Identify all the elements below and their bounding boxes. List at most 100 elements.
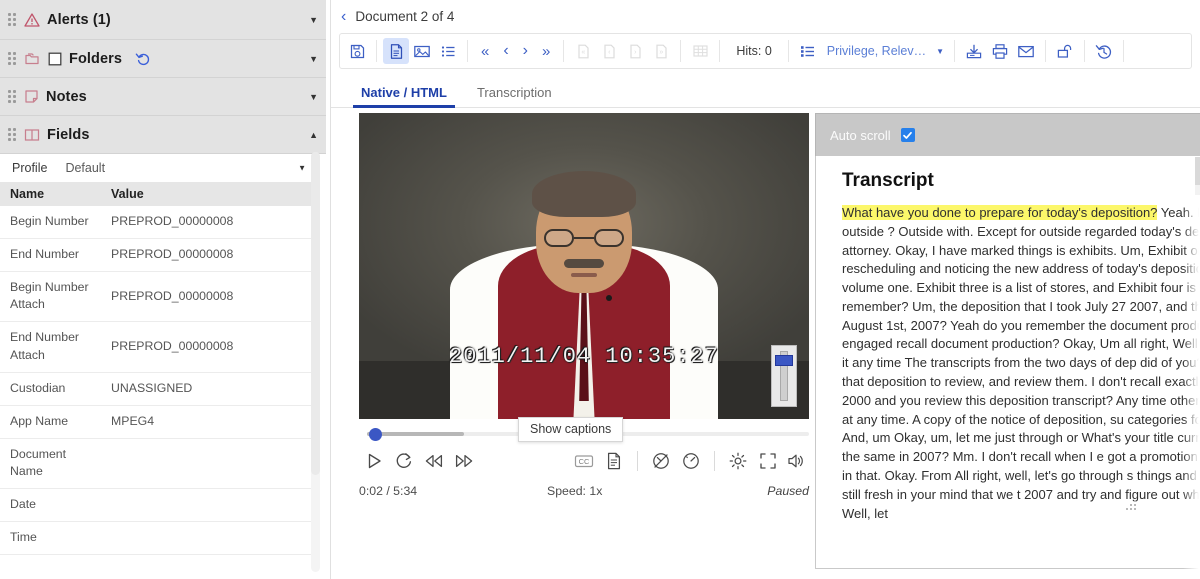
tab-transcription[interactable]: Transcription [469, 85, 560, 107]
field-value [101, 438, 316, 490]
video-subject-glasses-bridge [574, 237, 594, 239]
coding-list-icon[interactable] [795, 38, 821, 64]
table-row[interactable]: Document Name [0, 438, 316, 490]
profile-label: Profile [12, 160, 48, 175]
controls-divider [714, 451, 715, 471]
transcript-body[interactable]: Transcript What have you done to prepare… [815, 156, 1200, 569]
sidebar-section-alerts-label: Alerts (1) [47, 11, 111, 28]
video-player-column: 2011/11/04 10:35:27 CC 0:02 / 5:34 Speed… [331, 108, 815, 579]
panel-resize-grip[interactable] [1126, 500, 1138, 512]
list-view-icon[interactable] [435, 38, 461, 64]
toolbar-divider [467, 40, 468, 62]
drag-handle-icon[interactable] [8, 52, 17, 65]
play-icon[interactable] [359, 447, 389, 475]
chevron-up-icon[interactable]: ▲ [309, 130, 318, 140]
toolbar-divider [563, 40, 565, 62]
volume-slider-thumb[interactable] [775, 355, 793, 366]
transcript-scrollbar[interactable] [1195, 157, 1200, 195]
save-icon[interactable] [344, 38, 370, 64]
chevron-down-icon[interactable]: ▼ [309, 54, 318, 64]
sidebar-scrollbar[interactable] [311, 152, 320, 572]
sidebar-section-fields[interactable]: Fields ▲ [0, 116, 330, 154]
transcript-scrollbar-thumb[interactable] [1195, 157, 1200, 185]
fullscreen-icon[interactable] [753, 447, 783, 475]
table-row[interactable]: Begin Number PREPROD_00000008 [0, 206, 316, 239]
table-row[interactable]: Custodian UNASSIGNED [0, 372, 316, 406]
sidebar-scrollbar-thumb[interactable] [311, 152, 320, 475]
last-document-icon[interactable]: » [535, 44, 557, 59]
history-icon[interactable] [1091, 38, 1117, 64]
sidebar-section-folders[interactable]: Folders ▼ [0, 40, 330, 78]
profile-selector[interactable]: Profile Default ▼ [0, 154, 330, 182]
download-icon[interactable] [961, 38, 987, 64]
video-frame[interactable]: 2011/11/04 10:35:27 [359, 113, 809, 419]
toolbar-divider [1045, 40, 1047, 62]
fields-table-body: Begin Number PREPROD_00000008 End Number P… [0, 206, 316, 555]
speed-down-icon[interactable] [646, 447, 676, 475]
tab-native-html[interactable]: Native / HTML [353, 85, 455, 108]
unlock-icon[interactable] [1052, 38, 1078, 64]
transcript-icon[interactable] [599, 447, 629, 475]
table-row[interactable]: Date [0, 488, 316, 523]
drag-handle-icon[interactable] [8, 90, 17, 103]
chevron-down-icon[interactable]: ▼ [298, 163, 306, 172]
last-page-icon: » [648, 38, 674, 64]
image-view-icon[interactable] [409, 38, 435, 64]
sidebar-section-alerts[interactable]: Alerts (1) ▼ [0, 0, 330, 40]
next-document-icon[interactable]: › [516, 43, 535, 59]
table-row[interactable]: Time [0, 521, 316, 555]
chevron-down-icon: ▼ [936, 46, 945, 56]
show-captions-tooltip: Show captions [518, 417, 624, 442]
volume-icon[interactable] [783, 447, 809, 475]
table-row[interactable]: Begin Number Attach PREPROD_00000008 [0, 271, 316, 323]
table-row[interactable]: End Number PREPROD_00000008 [0, 238, 316, 272]
toolbar-divider [954, 40, 956, 62]
folder-checkbox[interactable] [48, 52, 62, 66]
auto-scroll-checkbox[interactable] [900, 128, 915, 142]
drag-handle-icon[interactable] [8, 128, 17, 141]
fields-header-name: Name [0, 182, 101, 206]
previous-document-icon[interactable]: ‹ [496, 43, 515, 59]
view-tabs: Native / HTML Transcription [331, 75, 1200, 108]
field-name: App Name [0, 405, 101, 439]
replay-icon[interactable] [389, 447, 419, 475]
toolbar-divider [376, 40, 377, 62]
document-view-icon[interactable] [383, 38, 409, 64]
field-name: End Number [0, 238, 101, 272]
auto-scroll-label: Auto scroll [830, 127, 891, 143]
sidebar-section-notes[interactable]: Notes ▼ [0, 78, 330, 116]
closed-captions-icon[interactable]: CC [569, 447, 599, 475]
settings-gear-icon[interactable] [723, 447, 753, 475]
drag-handle-icon[interactable] [8, 13, 17, 26]
svg-text:CC: CC [579, 457, 590, 466]
content-area: 2011/11/04 10:35:27 CC 0:02 / 5:34 Speed… [331, 108, 1200, 579]
transcript-header: Auto scroll [815, 113, 1200, 156]
rewind-icon[interactable] [419, 447, 449, 475]
document-toolbar: « ‹ › » « ‹ › » Hits: 0 Privilege, Relev… [339, 33, 1192, 69]
undo-icon[interactable] [135, 51, 152, 66]
time-display: 0:02 / 5:34 [359, 484, 418, 498]
table-row[interactable]: End Number Attach PREPROD_00000008 [0, 321, 316, 373]
table-row[interactable]: App Name MPEG4 [0, 405, 316, 439]
sidebar-section-notes-label: Notes [46, 88, 87, 105]
seek-bar-thumb[interactable] [369, 428, 382, 441]
grid-view-icon [687, 38, 713, 64]
email-icon[interactable] [1013, 38, 1039, 64]
columns-icon [24, 128, 40, 142]
left-sidebar: Alerts (1) ▼ Folders ▼ Notes ▼ Fields ▲ … [0, 0, 330, 579]
document-counter-label: Document 2 of 4 [355, 9, 455, 24]
first-document-icon[interactable]: « [474, 44, 496, 59]
fast-forward-icon[interactable] [449, 447, 479, 475]
transcript-title: Transcript [842, 170, 934, 191]
speed-up-icon[interactable] [676, 447, 706, 475]
chevron-down-icon[interactable]: ▼ [309, 15, 318, 25]
back-chevron-icon[interactable]: ‹ [341, 8, 346, 25]
previous-page-icon: ‹ [596, 38, 622, 64]
print-icon[interactable] [987, 38, 1013, 64]
field-value: PREPROD_00000008 [101, 238, 316, 272]
chevron-down-icon[interactable]: ▼ [309, 92, 318, 102]
privilege-dropdown[interactable]: Privilege, Relev… ▼ [821, 44, 948, 58]
field-name: Begin Number [0, 206, 101, 239]
volume-slider-vertical[interactable] [771, 345, 797, 407]
field-name: Date [0, 488, 101, 523]
